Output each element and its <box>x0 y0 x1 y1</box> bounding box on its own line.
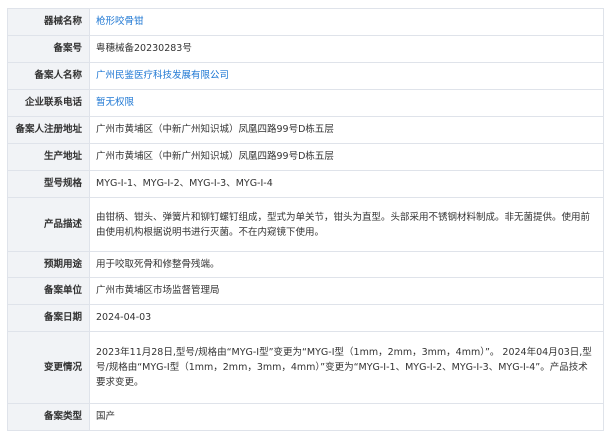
row-product-description: 产品描述 由钳柄、钳头、弹簧片和铆钉螺钉组成，型式为单关节，钳头为直型。头部采用… <box>7 197 604 252</box>
row-filing-type: 备案类型 国产 <box>7 403 604 431</box>
model-spec-label: 型号规格 <box>7 170 90 198</box>
row-intended-use: 预期用途 用于咬取死骨和修整骨残端。 <box>7 251 604 278</box>
intended-use-label: 预期用途 <box>7 251 90 278</box>
device-name-label: 器械名称 <box>7 8 90 36</box>
device-record-table: 器械名称 枪形咬骨钳 备案号 粤穗械备20230283号 备案人名称 广州民鉴医… <box>7 8 604 431</box>
filing-unit-value: 广州市黄埔区市场监督管理局 <box>89 277 604 305</box>
row-change-history: 变更情况 2023年11月28日,型号/规格由“MYG-I型”变更为“MYG-I… <box>7 331 604 404</box>
company-phone-link[interactable]: 暂无权限 <box>89 89 604 117</box>
row-filing-date: 备案日期 2024-04-03 <box>7 304 604 332</box>
filing-date-label: 备案日期 <box>7 304 90 332</box>
model-spec-value: MYG-I-1、MYG-I-2、MYG-I-3、MYG-I-4 <box>89 170 604 198</box>
record-number-label: 备案号 <box>7 35 90 63</box>
product-description-value: 由钳柄、钳头、弹簧片和铆钉螺钉组成，型式为单关节，钳头为直型。头部采用不锈钢材料… <box>89 197 604 252</box>
row-company-phone: 企业联系电话 暂无权限 <box>7 89 604 117</box>
filing-type-value: 国产 <box>89 403 604 431</box>
device-name-link[interactable]: 枪形咬骨钳 <box>89 8 604 36</box>
company-phone-label: 企业联系电话 <box>7 89 90 117</box>
production-address-label: 生产地址 <box>7 143 90 171</box>
filing-date-value: 2024-04-03 <box>89 304 604 332</box>
change-history-label: 变更情况 <box>7 331 90 404</box>
registrant-name-link[interactable]: 广州民鉴医疗科技发展有限公司 <box>89 62 604 90</box>
product-description-label: 产品描述 <box>7 197 90 252</box>
registered-address-value: 广州市黄埔区（中新广州知识城）凤凰四路99号D栋五层 <box>89 116 604 144</box>
row-model-spec: 型号规格 MYG-I-1、MYG-I-2、MYG-I-3、MYG-I-4 <box>7 170 604 198</box>
intended-use-value: 用于咬取死骨和修整骨残端。 <box>89 251 604 278</box>
filing-type-label: 备案类型 <box>7 403 90 431</box>
production-address-value: 广州市黄埔区（中新广州知识城）凤凰四路99号D栋五层 <box>89 143 604 171</box>
registrant-name-label: 备案人名称 <box>7 62 90 90</box>
registered-address-label: 备案人注册地址 <box>7 116 90 144</box>
row-production-address: 生产地址 广州市黄埔区（中新广州知识城）凤凰四路99号D栋五层 <box>7 143 604 171</box>
row-filing-unit: 备案单位 广州市黄埔区市场监督管理局 <box>7 277 604 305</box>
change-history-value: 2023年11月28日,型号/规格由“MYG-I型”变更为“MYG-I型（1mm… <box>89 331 604 404</box>
row-registrant-name: 备案人名称 广州民鉴医疗科技发展有限公司 <box>7 62 604 90</box>
row-device-name: 器械名称 枪形咬骨钳 <box>7 8 604 36</box>
row-registered-address: 备案人注册地址 广州市黄埔区（中新广州知识城）凤凰四路99号D栋五层 <box>7 116 604 144</box>
record-number-value: 粤穗械备20230283号 <box>89 35 604 63</box>
filing-unit-label: 备案单位 <box>7 277 90 305</box>
row-record-number: 备案号 粤穗械备20230283号 <box>7 35 604 63</box>
